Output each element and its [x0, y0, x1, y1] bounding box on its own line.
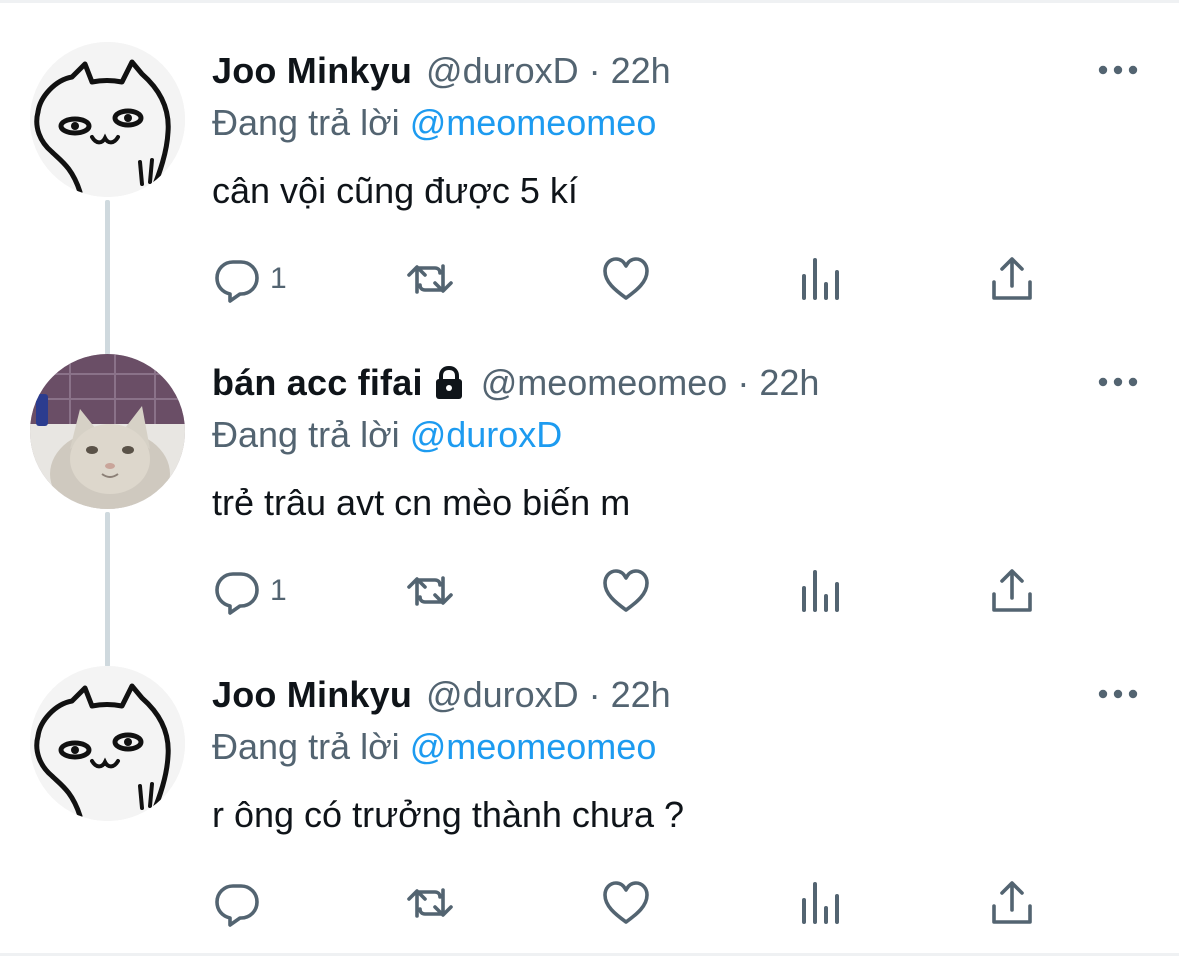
reply-icon: [215, 572, 259, 615]
timestamp[interactable]: 22h: [759, 360, 819, 406]
avatar[interactable]: [30, 666, 185, 821]
retweet-icon: [407, 576, 453, 606]
replying-to-label: Đang trả lời: [212, 414, 400, 455]
mention-link[interactable]: @meomeomeo: [410, 726, 657, 767]
share-icon: [992, 257, 1032, 300]
tweet-text: cân vội cũng được 5 kí: [212, 170, 578, 211]
separator-dot: ·: [588, 50, 601, 91]
replying-to-label: Đang trả lời: [212, 726, 400, 767]
reply-count: 1: [270, 262, 287, 295]
like-button[interactable]: [601, 254, 651, 304]
lock-icon: [431, 365, 467, 401]
reply-button[interactable]: 1: [212, 566, 287, 616]
share-button[interactable]: [987, 254, 1037, 304]
share-button[interactable]: [987, 878, 1037, 928]
mention-link[interactable]: @duroxD: [410, 414, 563, 455]
more-button[interactable]: [1096, 55, 1140, 85]
separator-dot: ·: [737, 362, 750, 403]
display-name[interactable]: Joo Minkyu: [212, 672, 412, 718]
reply-icon: [215, 884, 259, 927]
heart-icon: [603, 569, 649, 612]
analytics-icon: [802, 882, 839, 924]
like-button[interactable]: [601, 878, 651, 928]
tweet[interactable]: Joo Minkyu @duroxD · 22h Đang trả lời @m…: [0, 624, 1179, 936]
replying-to: Đang trả lời @meomeomeo: [212, 724, 656, 770]
analytics-button[interactable]: [796, 254, 846, 304]
share-icon: [992, 569, 1032, 612]
tweet-header: Joo Minkyu @duroxD · 22h: [212, 672, 671, 718]
action-bar: 1: [212, 566, 1072, 616]
reply-button[interactable]: 1: [212, 254, 287, 304]
share-button[interactable]: [987, 566, 1037, 616]
retweet-icon: [407, 264, 453, 294]
timestamp[interactable]: 22h: [611, 48, 671, 94]
retweet-button[interactable]: [405, 254, 455, 304]
like-button[interactable]: [601, 566, 651, 616]
retweet-button[interactable]: [405, 878, 455, 928]
more-icon: [1098, 377, 1138, 387]
replying-to: Đang trả lời @meomeomeo: [212, 100, 656, 146]
user-handle[interactable]: @duroxD: [426, 48, 579, 94]
tweet-text: trẻ trâu avt cn mèo biến m: [212, 482, 631, 523]
user-handle[interactable]: @duroxD: [426, 672, 579, 718]
retweet-icon: [407, 888, 453, 918]
reply-icon: [215, 260, 259, 303]
timestamp[interactable]: 22h: [611, 672, 671, 718]
tweet-header: Joo Minkyu @duroxD · 22h: [212, 48, 671, 94]
analytics-icon: [802, 258, 839, 300]
more-icon: [1098, 689, 1138, 699]
heart-icon: [603, 881, 649, 924]
display-name[interactable]: bán acc fifai: [212, 360, 423, 406]
separator-dot: ·: [588, 674, 601, 715]
analytics-icon: [802, 570, 839, 612]
analytics-button[interactable]: [796, 878, 846, 928]
tweet-text: r ông có trưởng thành chưa ?: [212, 794, 685, 835]
tweet-header: bán acc fifai @meomeomeo · 22h: [212, 360, 819, 406]
more-button[interactable]: [1096, 679, 1140, 709]
tweet[interactable]: Joo Minkyu @duroxD · 22h Đang trả lời @m…: [0, 0, 1179, 312]
cat-doodle-avatar-icon: [30, 666, 185, 821]
cat-photo-avatar-icon: [30, 354, 185, 509]
user-handle[interactable]: @meomeomeo: [481, 360, 728, 406]
heart-icon: [603, 257, 649, 300]
more-icon: [1098, 65, 1138, 75]
share-icon: [992, 881, 1032, 924]
tweet[interactable]: bán acc fifai @meomeomeo · 22h Đang trả …: [0, 312, 1179, 624]
cat-doodle-avatar-icon: [30, 42, 185, 197]
replying-to-label: Đang trả lời: [212, 102, 400, 143]
action-bar: [212, 878, 1072, 928]
action-bar: 1: [212, 254, 1072, 304]
analytics-button[interactable]: [796, 566, 846, 616]
reply-count: 1: [270, 574, 287, 607]
more-button[interactable]: [1096, 367, 1140, 397]
avatar[interactable]: [30, 354, 185, 509]
retweet-button[interactable]: [405, 566, 455, 616]
display-name[interactable]: Joo Minkyu: [212, 48, 412, 94]
mention-link[interactable]: @meomeomeo: [410, 102, 657, 143]
reply-button[interactable]: [212, 878, 270, 928]
avatar[interactable]: [30, 42, 185, 197]
replying-to: Đang trả lời @duroxD: [212, 412, 562, 458]
